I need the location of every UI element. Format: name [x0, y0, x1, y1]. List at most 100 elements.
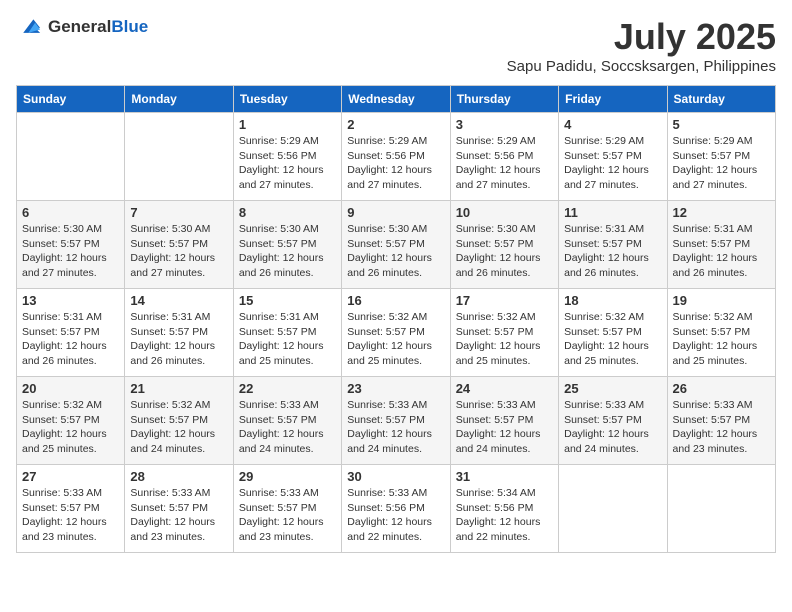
cell-info: Sunrise: 5:33 AMSunset: 5:57 PMDaylight:… [130, 486, 227, 545]
cell-info: Sunrise: 5:31 AMSunset: 5:57 PMDaylight:… [564, 222, 661, 281]
table-row: 14Sunrise: 5:31 AMSunset: 5:57 PMDayligh… [125, 289, 233, 377]
cell-info: Sunrise: 5:30 AMSunset: 5:57 PMDaylight:… [22, 222, 119, 281]
table-row: 11 Sunrise: 5:31 AMSunset: 5:57 PMDayligh… [559, 201, 667, 289]
cell-info: Sunrise: 5:33 AMSunset: 5:57 PMDaylight:… [456, 398, 553, 457]
cell-info: Sunrise: 5:32 AMSunset: 5:57 PMDaylight:… [456, 310, 553, 369]
day-number: 1 [239, 117, 336, 132]
day-number: 21 [130, 381, 227, 396]
day-number: 27 [22, 469, 119, 484]
day-number: 12 [673, 205, 770, 220]
table-row: 17 Sunrise: 5:32 AMSunset: 5:57 PMDayligh… [450, 289, 558, 377]
cell-info: Sunrise: 5:31 AMSunset: 5:57 PMDaylight:… [22, 310, 119, 369]
day-number: 28 [130, 469, 227, 484]
table-row: 23Sunrise: 5:33 AMSunset: 5:57 PMDayligh… [342, 377, 450, 465]
day-number: 10 [456, 205, 553, 220]
cell-info: Sunrise: 5:32 AMSunset: 5:57 PMDaylight:… [347, 310, 444, 369]
day-number: 6 [22, 205, 119, 220]
table-row: 16Sunrise: 5:32 AMSunset: 5:57 PMDayligh… [342, 289, 450, 377]
cell-info: Sunrise: 5:31 AMSunset: 5:57 PMDaylight:… [673, 222, 770, 281]
calendar-header-row: Sunday Monday Tuesday Wednesday Thursday… [17, 86, 776, 113]
table-row: 27 Sunrise: 5:33 AMSunset: 5:57 PMDayligh… [17, 465, 125, 553]
table-row: 15 Sunrise: 5:31 AMSunset: 5:57 PMDayligh… [233, 289, 341, 377]
table-row: 4 Sunrise: 5:29 AMSunset: 5:57 PMDaylight… [559, 113, 667, 201]
day-number: 7 [130, 205, 227, 220]
cell-info: Sunrise: 5:32 AMSunset: 5:57 PMDaylight:… [673, 310, 770, 369]
table-row: 3Sunrise: 5:29 AMSunset: 5:56 PMDaylight… [450, 113, 558, 201]
page-header: GeneralBlue July 2025 Sapu Padidu, Soccs… [16, 16, 776, 75]
cell-info: Sunrise: 5:34 AMSunset: 5:56 PMDaylight:… [456, 486, 553, 545]
table-row: 26 Sunrise: 5:33 AMSunset: 5:57 PMDayligh… [667, 377, 775, 465]
cell-info: Sunrise: 5:32 AMSunset: 5:57 PMDaylight:… [130, 398, 227, 457]
calendar-week-1: 1 Sunrise: 5:29 AMSunset: 5:56 PMDaylight… [17, 113, 776, 201]
table-row: 7 Sunrise: 5:30 AMSunset: 5:57 PMDaylight… [125, 201, 233, 289]
day-number: 26 [673, 381, 770, 396]
cell-info: Sunrise: 5:30 AMSunset: 5:57 PMDaylight:… [456, 222, 553, 281]
cell-info: Sunrise: 5:30 AMSunset: 5:57 PMDaylight:… [130, 222, 227, 281]
header-sunday: Sunday [17, 86, 125, 113]
calendar-week-5: 27 Sunrise: 5:33 AMSunset: 5:57 PMDayligh… [17, 465, 776, 553]
cell-info: Sunrise: 5:29 AMSunset: 5:57 PMDaylight:… [673, 134, 770, 193]
cell-info: Sunrise: 5:29 AMSunset: 5:56 PMDaylight:… [347, 134, 444, 193]
day-number: 11 [564, 205, 661, 220]
day-number: 14 [130, 293, 227, 308]
day-number: 8 [239, 205, 336, 220]
day-number: 13 [22, 293, 119, 308]
table-row: 29 Sunrise: 5:33 AMSunset: 5:57 PMDayligh… [233, 465, 341, 553]
cell-info: Sunrise: 5:33 AMSunset: 5:57 PMDaylight:… [239, 398, 336, 457]
day-number: 18 [564, 293, 661, 308]
cell-info: Sunrise: 5:33 AMSunset: 5:57 PMDaylight:… [347, 398, 444, 457]
header-monday: Monday [125, 86, 233, 113]
table-row: 31Sunrise: 5:34 AMSunset: 5:56 PMDayligh… [450, 465, 558, 553]
day-number: 5 [673, 117, 770, 132]
table-row [667, 465, 775, 553]
table-row: 22 Sunrise: 5:33 AMSunset: 5:57 PMDayligh… [233, 377, 341, 465]
day-number: 29 [239, 469, 336, 484]
cell-info: Sunrise: 5:33 AMSunset: 5:57 PMDaylight:… [22, 486, 119, 545]
table-row: 5 Sunrise: 5:29 AMSunset: 5:57 PMDaylight… [667, 113, 775, 201]
table-row [17, 113, 125, 201]
cell-info: Sunrise: 5:33 AMSunset: 5:56 PMDaylight:… [347, 486, 444, 545]
table-row: 30Sunrise: 5:33 AMSunset: 5:56 PMDayligh… [342, 465, 450, 553]
calendar-table: Sunday Monday Tuesday Wednesday Thursday… [16, 85, 776, 553]
table-row: 19 Sunrise: 5:32 AMSunset: 5:57 PMDayligh… [667, 289, 775, 377]
calendar-week-2: 6 Sunrise: 5:30 AMSunset: 5:57 PMDaylight… [17, 201, 776, 289]
cell-info: Sunrise: 5:29 AMSunset: 5:56 PMDaylight:… [239, 134, 336, 193]
day-number: 9 [347, 205, 444, 220]
cell-info: Sunrise: 5:31 AMSunset: 5:57 PMDaylight:… [239, 310, 336, 369]
table-row: 28 Sunrise: 5:33 AMSunset: 5:57 PMDayligh… [125, 465, 233, 553]
cell-info: Sunrise: 5:29 AMSunset: 5:57 PMDaylight:… [564, 134, 661, 193]
logo-general: General [48, 17, 111, 36]
table-row: 21 Sunrise: 5:32 AMSunset: 5:57 PMDayligh… [125, 377, 233, 465]
cell-info: Sunrise: 5:33 AMSunset: 5:57 PMDaylight:… [564, 398, 661, 457]
location-title: Sapu Padidu, Soccsksargen, Philippines [507, 58, 776, 75]
cell-info: Sunrise: 5:33 AMSunset: 5:57 PMDaylight:… [673, 398, 770, 457]
cell-info: Sunrise: 5:30 AMSunset: 5:57 PMDaylight:… [239, 222, 336, 281]
day-number: 20 [22, 381, 119, 396]
table-row: 1 Sunrise: 5:29 AMSunset: 5:56 PMDaylight… [233, 113, 341, 201]
cell-info: Sunrise: 5:33 AMSunset: 5:57 PMDaylight:… [239, 486, 336, 545]
day-number: 15 [239, 293, 336, 308]
header-saturday: Saturday [667, 86, 775, 113]
header-thursday: Thursday [450, 86, 558, 113]
table-row: 24 Sunrise: 5:33 AMSunset: 5:57 PMDayligh… [450, 377, 558, 465]
table-row [559, 465, 667, 553]
table-row: 13 Sunrise: 5:31 AMSunset: 5:57 PMDayligh… [17, 289, 125, 377]
title-block: July 2025 Sapu Padidu, Soccsksargen, Phi… [507, 16, 776, 75]
day-number: 4 [564, 117, 661, 132]
table-row: 20 Sunrise: 5:32 AMSunset: 5:57 PMDayligh… [17, 377, 125, 465]
calendar-week-3: 13 Sunrise: 5:31 AMSunset: 5:57 PMDayligh… [17, 289, 776, 377]
table-row: 12 Sunrise: 5:31 AMSunset: 5:57 PMDayligh… [667, 201, 775, 289]
day-number: 25 [564, 381, 661, 396]
day-number: 19 [673, 293, 770, 308]
day-number: 2 [347, 117, 444, 132]
table-row: 8 Sunrise: 5:30 AMSunset: 5:57 PMDaylight… [233, 201, 341, 289]
logo-blue: Blue [111, 17, 148, 36]
cell-info: Sunrise: 5:30 AMSunset: 5:57 PMDaylight:… [347, 222, 444, 281]
day-number: 22 [239, 381, 336, 396]
day-number: 17 [456, 293, 553, 308]
month-title: July 2025 [507, 16, 776, 58]
day-number: 24 [456, 381, 553, 396]
header-friday: Friday [559, 86, 667, 113]
cell-info: Sunrise: 5:32 AMSunset: 5:57 PMDaylight:… [22, 398, 119, 457]
logo: GeneralBlue [16, 16, 148, 38]
